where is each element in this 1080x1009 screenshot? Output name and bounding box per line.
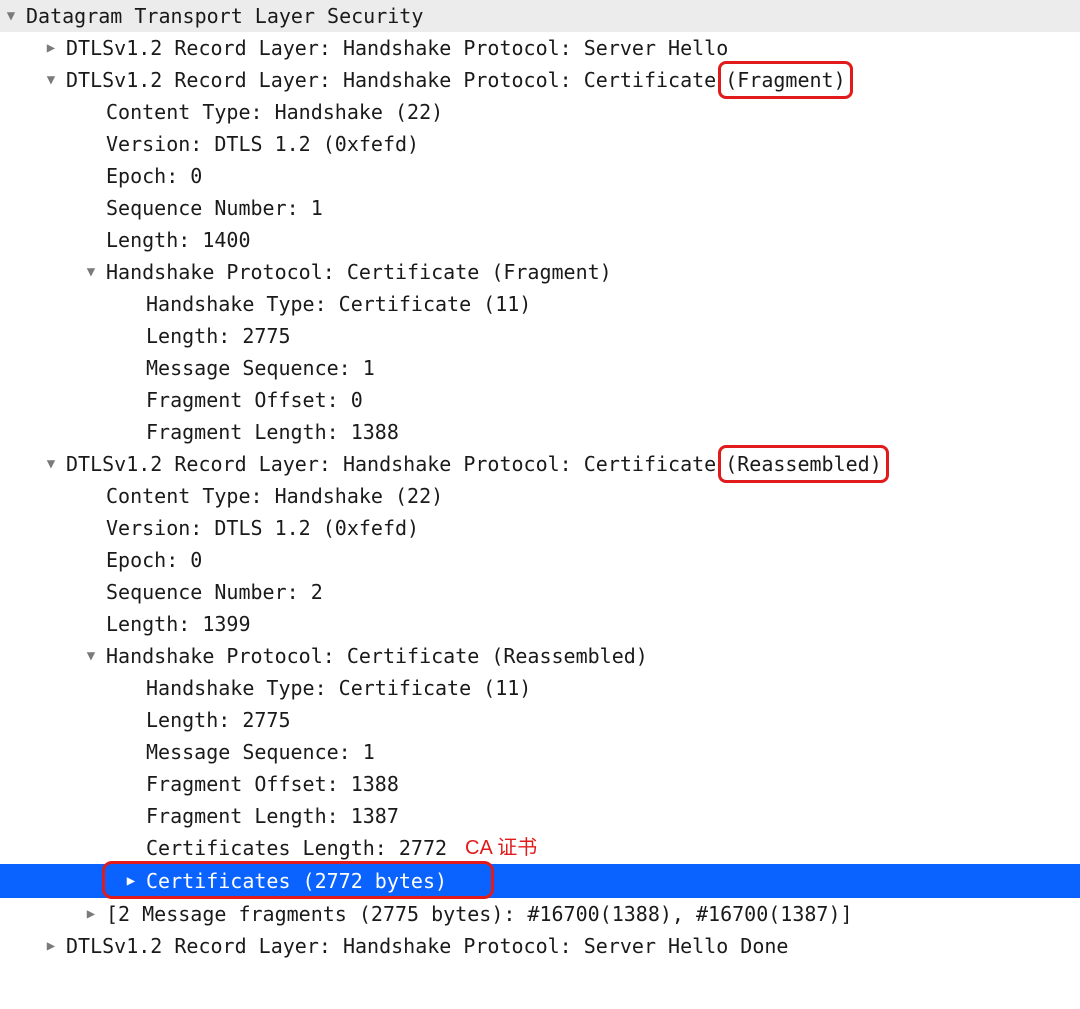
record-label: DTLSv1.2 Record Layer: Handshake Protoco… <box>66 64 716 96</box>
field-fragment-length[interactable]: Fragment Length: 1387 <box>0 800 1080 832</box>
expand-toggle-icon[interactable]: ▼ <box>42 455 60 473</box>
expand-toggle-icon[interactable]: ▼ <box>82 263 100 281</box>
field-label: Length: 2775 <box>146 320 291 352</box>
field-sequence-number[interactable]: Sequence Number: 2 <box>0 576 1080 608</box>
field-message-sequence[interactable]: Message Sequence: 1 <box>0 352 1080 384</box>
expand-toggle-icon[interactable]: ▶ <box>42 39 60 57</box>
field-label: Fragment Offset: 0 <box>146 384 363 416</box>
expand-toggle-icon[interactable]: ▶ <box>122 872 140 890</box>
field-content-type[interactable]: Content Type: Handshake (22) <box>0 96 1080 128</box>
field-fragment-offset[interactable]: Fragment Offset: 1388 <box>0 768 1080 800</box>
record-label: DTLSv1.2 Record Layer: Handshake Protoco… <box>66 32 728 64</box>
record-server-hello-done[interactable]: ▶ DTLSv1.2 Record Layer: Handshake Proto… <box>0 930 1080 962</box>
field-label: Fragment Offset: 1388 <box>146 768 399 800</box>
field-label: Handshake Type: Certificate (11) <box>146 288 531 320</box>
certificates-label: Certificates (2772 bytes) <box>146 865 447 897</box>
field-version[interactable]: Version: DTLS 1.2 (0xfefd) <box>0 512 1080 544</box>
field-message-sequence[interactable]: Message Sequence: 1 <box>0 736 1080 768</box>
protocol-header-label: Datagram Transport Layer Security <box>26 0 423 32</box>
field-sequence-number[interactable]: Sequence Number: 1 <box>0 192 1080 224</box>
field-handshake-type[interactable]: Handshake Type: Certificate (11) <box>0 288 1080 320</box>
expand-toggle-icon[interactable]: ▶ <box>42 937 60 955</box>
field-label: Fragment Length: 1387 <box>146 800 399 832</box>
record-label: DTLSv1.2 Record Layer: Handshake Protoco… <box>66 930 788 962</box>
record-server-hello[interactable]: ▶ DTLSv1.2 Record Layer: Handshake Proto… <box>0 32 1080 64</box>
protocol-header-row[interactable]: ▼ Datagram Transport Layer Security <box>0 0 1080 32</box>
handshake-protocol-fragment[interactable]: ▼ Handshake Protocol: Certificate (Fragm… <box>0 256 1080 288</box>
field-label: Length: 2775 <box>146 704 291 736</box>
reassembled-callout: (Reassembled) <box>718 445 889 483</box>
expand-toggle-icon[interactable]: ▼ <box>42 71 60 89</box>
field-label: Fragment Length: 1388 <box>146 416 399 448</box>
field-label: Message Sequence: 1 <box>146 352 375 384</box>
field-label: Content Type: Handshake (22) <box>106 480 443 512</box>
field-epoch[interactable]: Epoch: 0 <box>0 544 1080 576</box>
handshake-label: Handshake Protocol: Certificate (Fragmen… <box>106 256 612 288</box>
field-label: Sequence Number: 1 <box>106 192 323 224</box>
field-epoch[interactable]: Epoch: 0 <box>0 160 1080 192</box>
certificates-node-selected[interactable]: ▶ Certificates (2772 bytes) <box>0 864 1080 898</box>
field-label: Length: 1399 <box>106 608 251 640</box>
field-label: Content Type: Handshake (22) <box>106 96 443 128</box>
record-label: DTLSv1.2 Record Layer: Handshake Protoco… <box>66 448 716 480</box>
field-label: Message Sequence: 1 <box>146 736 375 768</box>
fragment-callout: (Fragment) <box>718 61 852 99</box>
handshake-label: Handshake Protocol: Certificate (Reassem… <box>106 640 648 672</box>
field-length[interactable]: Length: 1399 <box>0 608 1080 640</box>
expand-toggle-icon[interactable]: ▼ <box>82 647 100 665</box>
field-handshake-type[interactable]: Handshake Type: Certificate (11) <box>0 672 1080 704</box>
record-certificate-reassembled[interactable]: ▼ DTLSv1.2 Record Layer: Handshake Proto… <box>0 448 1080 480</box>
field-label: Version: DTLS 1.2 (0xfefd) <box>106 512 419 544</box>
field-fragment-length[interactable]: Fragment Length: 1388 <box>0 416 1080 448</box>
field-label: Version: DTLS 1.2 (0xfefd) <box>106 128 419 160</box>
field-handshake-length[interactable]: Length: 2775 <box>0 320 1080 352</box>
field-length[interactable]: Length: 1400 <box>0 224 1080 256</box>
field-label: Length: 1400 <box>106 224 251 256</box>
expand-toggle-icon[interactable]: ▼ <box>2 7 20 25</box>
packet-detail-tree: ▼ Datagram Transport Layer Security ▶ DT… <box>0 0 1080 972</box>
expand-toggle-icon[interactable]: ▶ <box>82 905 100 923</box>
field-label: Certificates Length: 2772 <box>146 832 447 864</box>
field-content-type[interactable]: Content Type: Handshake (22) <box>0 480 1080 512</box>
field-label: Sequence Number: 2 <box>106 576 323 608</box>
handshake-protocol-reassembled[interactable]: ▼ Handshake Protocol: Certificate (Reass… <box>0 640 1080 672</box>
message-fragments-summary[interactable]: ▶ [2 Message fragments (2775 bytes): #16… <box>0 898 1080 930</box>
field-fragment-offset[interactable]: Fragment Offset: 0 <box>0 384 1080 416</box>
field-handshake-length[interactable]: Length: 2775 <box>0 704 1080 736</box>
record-certificate-fragment[interactable]: ▼ DTLSv1.2 Record Layer: Handshake Proto… <box>0 64 1080 96</box>
field-version[interactable]: Version: DTLS 1.2 (0xfefd) <box>0 128 1080 160</box>
fragments-label: [2 Message fragments (2775 bytes): #1670… <box>106 898 853 930</box>
ca-cert-annotation: CA 证书 <box>447 832 537 864</box>
field-label: Epoch: 0 <box>106 160 202 192</box>
field-label: Handshake Type: Certificate (11) <box>146 672 531 704</box>
field-label: Epoch: 0 <box>106 544 202 576</box>
field-certificates-length[interactable]: Certificates Length: 2772 CA 证书 <box>0 832 1080 864</box>
